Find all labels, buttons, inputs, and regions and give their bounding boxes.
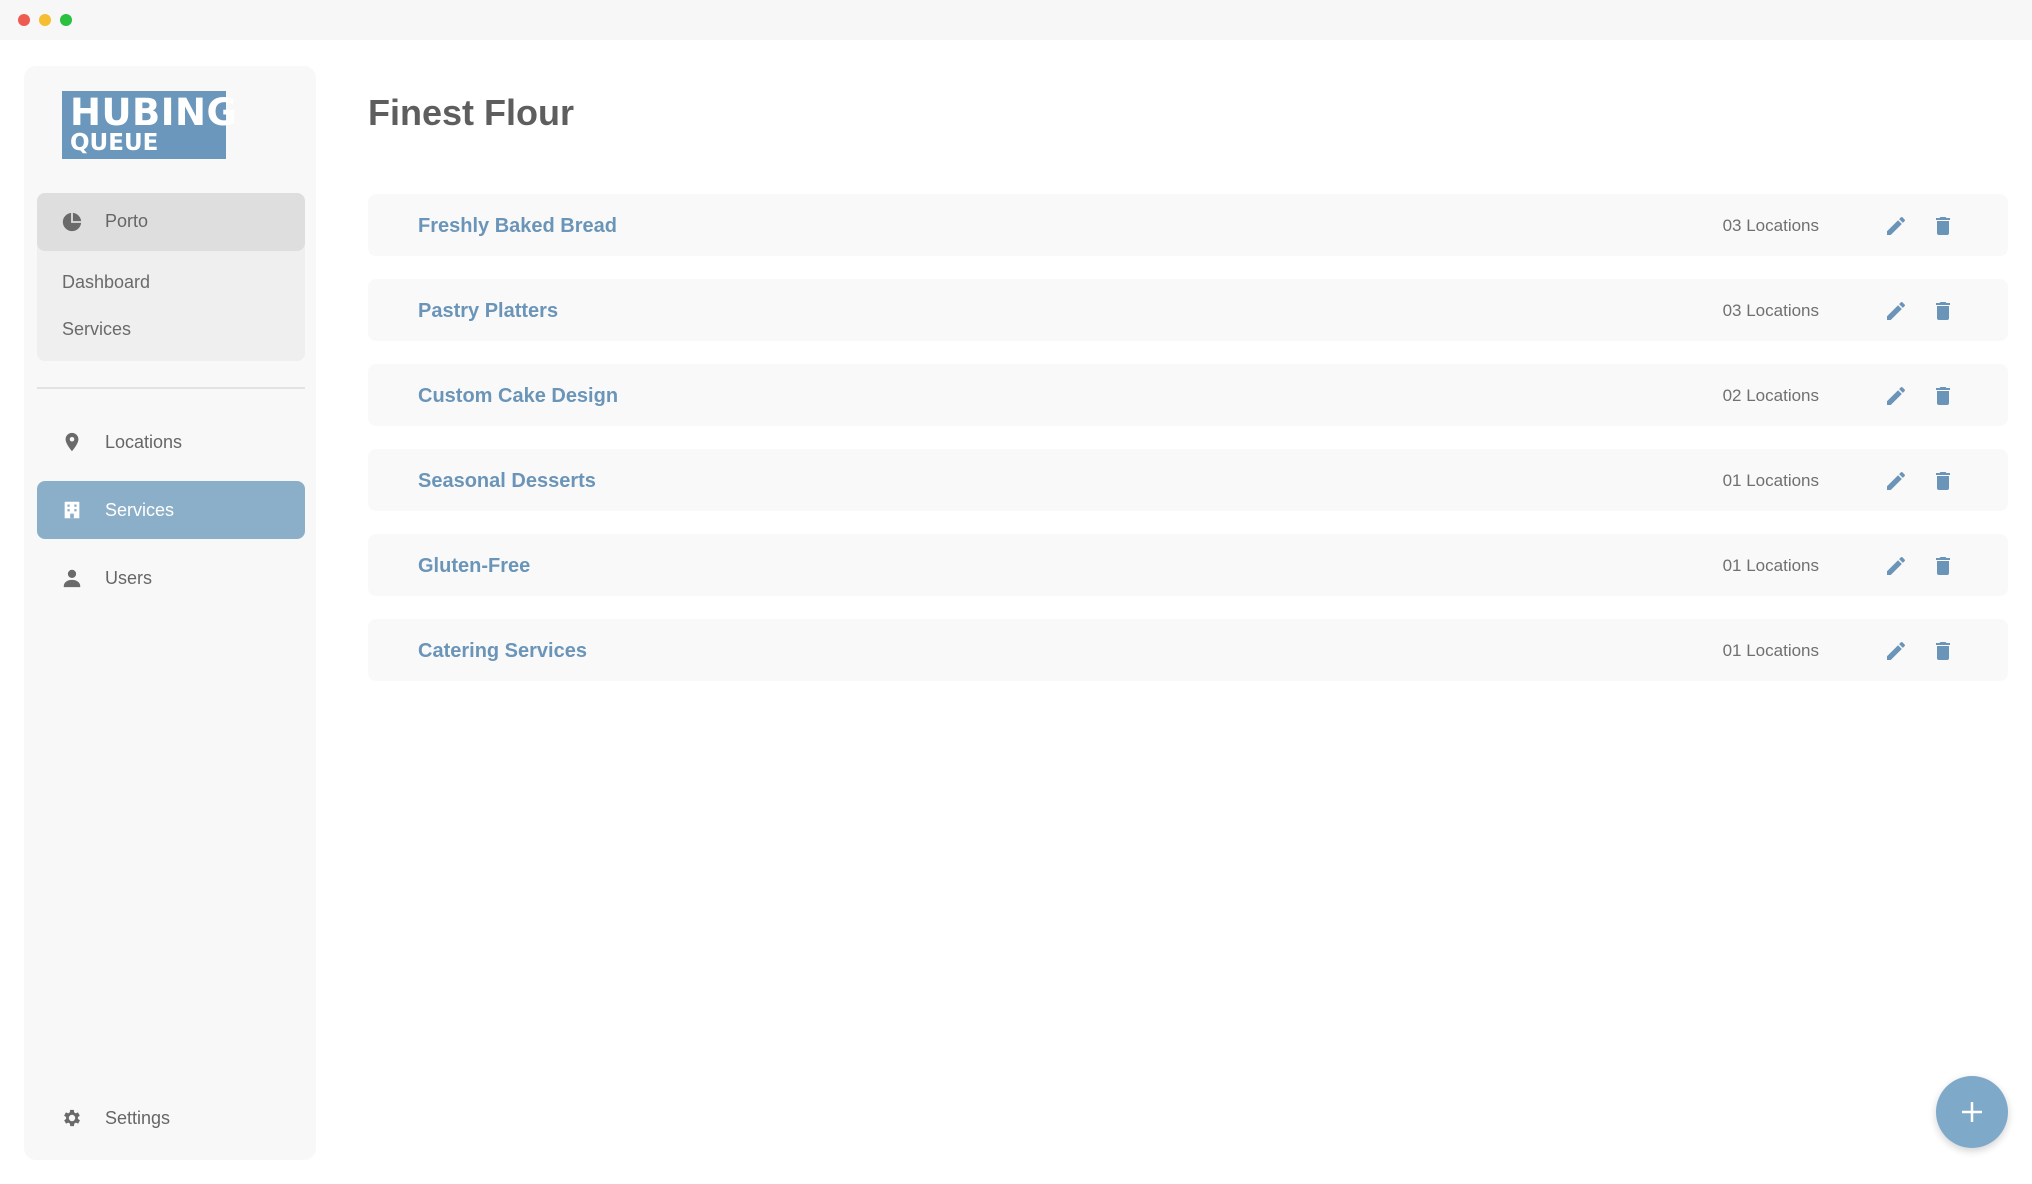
store-icon	[64, 501, 80, 519]
sidebar-item-locations[interactable]: Locations	[37, 413, 305, 471]
add-service-button[interactable]	[1936, 1076, 2008, 1148]
service-location-count: 03 Locations	[1722, 216, 1819, 235]
delete-trash-icon[interactable]	[1931, 469, 1955, 493]
service-row[interactable]: Pastry Platters 03 Locations	[368, 279, 2008, 341]
service-name[interactable]: Seasonal Desserts	[418, 470, 596, 493]
service-row[interactable]: Catering Services 01 Locations	[368, 619, 2008, 681]
sidebar: HUBING QUEUE Porto Dashboard Services Lo…	[24, 66, 316, 1160]
sidebar-item-settings-label: Settings	[105, 1108, 171, 1128]
service-name[interactable]: Freshly Baked Bread	[418, 215, 617, 238]
edit-pencil-icon[interactable]	[1884, 469, 1908, 493]
sidebar-item-services[interactable]: Services	[37, 481, 305, 539]
service-location-count: 01 Locations	[1722, 471, 1819, 490]
service-row[interactable]: Seasonal Desserts 01 Locations	[368, 449, 2008, 511]
service-name[interactable]: Pastry Platters	[418, 300, 558, 323]
service-row[interactable]: Gluten-Free 01 Locations	[368, 534, 2008, 596]
service-location-count: 02 Locations	[1722, 386, 1819, 405]
service-location-count: 03 Locations	[1722, 301, 1819, 320]
delete-trash-icon[interactable]	[1931, 214, 1955, 238]
plus-icon	[1962, 1102, 1982, 1122]
maximize-window-button[interactable]	[60, 14, 72, 26]
delete-trash-icon[interactable]	[1931, 554, 1955, 578]
sidebar-item-users[interactable]: Users	[37, 549, 305, 607]
edit-pencil-icon[interactable]	[1884, 299, 1908, 323]
edit-pencil-icon[interactable]	[1884, 214, 1908, 238]
brand-logo[interactable]: HUBING QUEUE	[62, 91, 238, 159]
window-titlebar	[0, 0, 2032, 40]
service-name[interactable]: Catering Services	[418, 640, 587, 663]
sidebar-item-dashboard[interactable]: Dashboard	[62, 272, 150, 293]
edit-pencil-icon[interactable]	[1884, 554, 1908, 578]
sidebar-divider	[37, 387, 305, 389]
location-group-header[interactable]: Porto	[37, 193, 305, 251]
brand-logo-line1: HUBING	[70, 91, 238, 134]
service-name[interactable]: Gluten-Free	[418, 555, 530, 578]
pie-chart-icon	[62, 212, 82, 232]
sidebar-item-group-services[interactable]: Services	[62, 319, 131, 340]
location-group-title: Porto	[105, 211, 149, 231]
service-name[interactable]: Custom Cake Design	[418, 385, 618, 408]
service-row[interactable]: Custom Cake Design 02 Locations	[368, 364, 2008, 426]
minimize-window-button[interactable]	[39, 14, 51, 26]
brand-logo-line2: QUEUE	[70, 130, 159, 156]
service-location-count: 01 Locations	[1722, 641, 1819, 660]
sidebar-item-users-label: Users	[105, 568, 153, 588]
service-location-count: 01 Locations	[1722, 556, 1819, 575]
close-window-button[interactable]	[18, 14, 30, 26]
delete-trash-icon[interactable]	[1931, 639, 1955, 663]
delete-trash-icon[interactable]	[1931, 384, 1955, 408]
service-row[interactable]: Freshly Baked Bread 03 Locations	[368, 194, 2008, 256]
edit-pencil-icon[interactable]	[1884, 384, 1908, 408]
map-pin-icon	[65, 432, 79, 452]
page-title: Finest Flour	[368, 92, 574, 133]
delete-trash-icon[interactable]	[1931, 299, 1955, 323]
user-icon	[63, 569, 81, 588]
edit-pencil-icon[interactable]	[1884, 639, 1908, 663]
location-group: Porto Dashboard Services	[37, 193, 305, 361]
sidebar-item-locations-label: Locations	[105, 432, 183, 452]
sidebar-item-settings[interactable]: Settings	[37, 1089, 305, 1147]
sidebar-item-services-label: Services	[105, 500, 175, 520]
gear-icon	[64, 1109, 80, 1127]
